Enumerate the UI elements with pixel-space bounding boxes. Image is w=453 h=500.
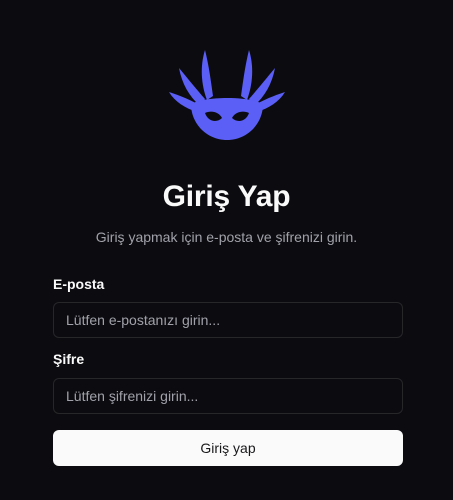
password-label: Şifre (53, 351, 85, 367)
logo (0, 44, 453, 144)
login-button[interactable]: Giriş yap (53, 430, 403, 466)
password-field[interactable] (53, 378, 403, 414)
login-page: Giriş Yap Giriş yapmak için e-posta ve ş… (0, 0, 453, 500)
page-subtitle: Giriş yapmak için e-posta ve şifrenizi g… (95, 229, 358, 245)
axolotl-mask-icon (168, 50, 285, 140)
email-field[interactable] (53, 302, 403, 338)
page-title: Giriş Yap (162, 180, 291, 213)
email-label: E-posta (53, 276, 105, 292)
